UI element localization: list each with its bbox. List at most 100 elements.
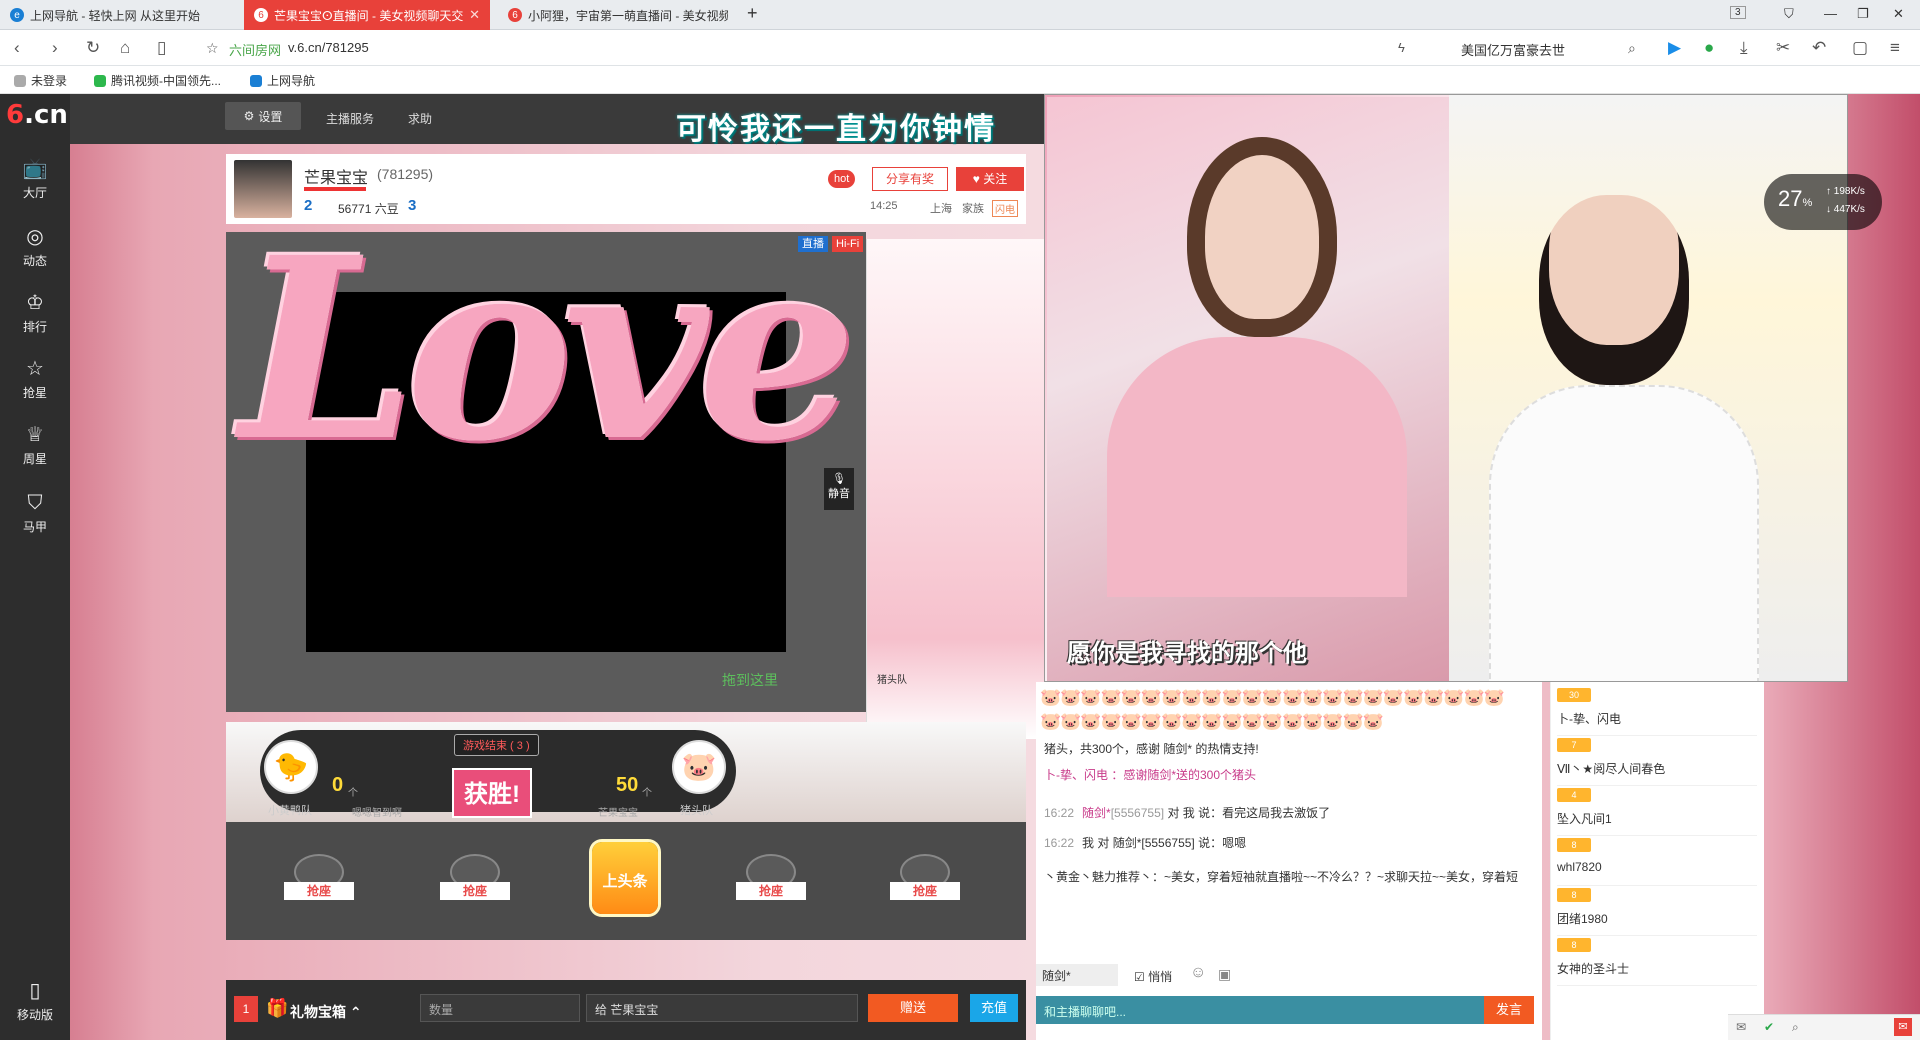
song-banner: 可怜我还一直为你钟情 (676, 112, 996, 147)
new-tab-icon[interactable]: + (747, 3, 758, 24)
reader-icon[interactable]: ▯ (157, 38, 166, 58)
chat-bubble-icon[interactable]: ✉ (1894, 1018, 1912, 1036)
send-gift-button[interactable]: 赠送 (868, 994, 958, 1022)
six-icon: 6 (508, 8, 522, 22)
scissors-icon[interactable]: ✂ (1776, 38, 1790, 58)
anchor-service-link[interactable]: 主播服务 (326, 110, 374, 127)
family-tag[interactable]: 闪电 (992, 200, 1018, 217)
recharge-button[interactable]: 充值 (970, 994, 1018, 1022)
team-b-name: 猪头队 (680, 805, 713, 817)
tab-nav[interactable]: e 上网导航 - 轻快上网 从这里开始 (0, 0, 244, 30)
share-button[interactable]: 分享有奖 (872, 167, 948, 191)
tab-count-badge[interactable]: 3 (1730, 6, 1746, 19)
sidebar-item-vest[interactable]: ⛉ 马甲 (0, 480, 70, 546)
list-item[interactable]: 7 Ⅶ丶★阅尽人间春色 (1557, 736, 1757, 786)
sidebar-item-feed[interactable]: ◎ 动态 (0, 214, 70, 280)
search-input[interactable]: 美国亿万富豪去世 (1461, 40, 1565, 59)
drag-hint: 拖到这里 (722, 672, 778, 688)
home-icon[interactable]: ⌂ (120, 38, 130, 58)
follow-button[interactable]: ♥ 关注 (956, 167, 1024, 191)
help-link[interactable]: 求助 (408, 110, 432, 127)
chat-target-select[interactable]: 随剑* (1036, 964, 1118, 986)
browser-tab-bar: e 上网导航 - 轻快上网 从这里开始 6 芒果宝宝ⵙ直播间 - 美女视频聊天交… (0, 0, 1920, 30)
restore-icon[interactable]: ❐ (1857, 6, 1869, 22)
bookmark-login[interactable]: 未登录 (14, 72, 67, 89)
chat-user[interactable]: 随剑* (1082, 806, 1111, 820)
bag-icon[interactable]: ▢ (1852, 38, 1868, 58)
list-item[interactable]: 30 卜-挚、闪电 (1557, 686, 1757, 736)
settings-button[interactable]: ⚙ 设置 (225, 102, 301, 130)
fortune-badge[interactable]: 1 (234, 996, 258, 1022)
live-time: 14:25 (870, 200, 898, 212)
whisper-checkbox[interactable]: ☑ 悄悄 (1134, 968, 1172, 985)
reload-icon[interactable]: ↻ (86, 38, 100, 58)
download-speed: ↓ 447K/s (1826, 204, 1865, 215)
chat-message: 16:22 随剑*[5556755] 对 我 说：看完这局我去激饭了 (1044, 806, 1331, 820)
pig-team-icon: 🐷 (672, 740, 726, 794)
image-icon[interactable]: ▣ (1218, 966, 1231, 983)
close-tab-icon[interactable]: ✕ (469, 7, 480, 23)
back-icon[interactable]: ‹ (14, 38, 20, 58)
shirt-skin-icon[interactable]: ⛉ (1784, 6, 1794, 22)
undo-icon[interactable]: ↶ (1812, 38, 1826, 58)
chat-recommend: 丶黄金丶魅力推荐丶：~美女，穿着短袖就直播啦~~不冷么？？~求聊天拉~~美女，穿… (1044, 870, 1519, 884)
gift-recipient-select[interactable]: 给 芒果宝宝 (586, 994, 858, 1022)
list-item[interactable]: 8 团绪1980 (1557, 886, 1757, 936)
address-bar: ‹ › ↻ ⌂ ▯ ☆ 六间房网 v.6.cn/781295 ϟ 美国亿万富豪去… (0, 30, 1920, 66)
site-logo[interactable]: 6.cn (6, 100, 68, 140)
emoji-icon[interactable]: ☺ (1190, 964, 1206, 982)
tab-xiaoali-room[interactable]: 6 小阿狸，宇宙第一萌直播间 - 美女视频 (498, 0, 738, 30)
shield-check-icon[interactable]: ✔ (1764, 1020, 1774, 1034)
sidebar-item-mobile[interactable]: ▯ 移动版 (0, 968, 70, 1034)
mail-icon[interactable]: ✉ (1736, 1020, 1746, 1034)
download-icon[interactable]: ⤓ (1740, 38, 1748, 58)
list-item[interactable]: 4 坠入凡间1 (1557, 786, 1757, 836)
tv-icon: 📺 (22, 157, 48, 180)
pig-gift-rows: 🐷🐷🐷🐷🐷🐷🐷🐷🐷🐷🐷🐷🐷🐷🐷🐷🐷🐷🐷🐷🐷🐷🐷🐷🐷🐷🐷🐷🐷🐷🐷🐷🐷🐷🐷🐷🐷🐷🐷🐷 (1040, 688, 1505, 731)
user-icon (14, 74, 26, 87)
sidebar-item-grab-star[interactable]: ☆ 抢星 (0, 346, 70, 412)
globe-icon: e (10, 8, 24, 22)
fan-list: 30 卜-挚、闪电 7 Ⅶ丶★阅尽人间春色 4 坠入凡间1 8 whl7820 8 团绪1… (1550, 682, 1764, 1040)
seat-4[interactable]: 抢座 (882, 854, 968, 910)
side-team-label: 猪头队 (877, 675, 907, 686)
chat-input[interactable]: 和主播聊聊吧... (1036, 996, 1484, 1024)
list-item[interactable]: 8 女神的圣斗士 (1557, 936, 1757, 986)
love-gift-animation: Love (240, 202, 857, 496)
chat-send-button[interactable]: 发言 (1484, 996, 1534, 1024)
minimize-icon[interactable]: — (1824, 6, 1837, 21)
sidebar-item-weekly-star[interactable]: ♕ 周星 (0, 412, 70, 478)
tab-mango-room[interactable]: 6 芒果宝宝ⵙ直播间 - 美女视频聊天交 ✕ (244, 0, 490, 30)
gift-box-button[interactable]: 礼物宝箱 ⌃ (290, 1002, 362, 1022)
side-guest-panel[interactable]: 猪头队 (866, 239, 1044, 739)
video-person (1187, 137, 1337, 337)
seat-3[interactable]: 抢座 (728, 854, 814, 910)
seat-2[interactable]: 抢座 (432, 854, 518, 910)
menu-icon[interactable]: ≡ (1890, 38, 1900, 58)
pk-video-left: 愿你是我寻找的那个他 (1047, 97, 1449, 681)
close-window-icon[interactable]: ✕ (1893, 6, 1904, 22)
sidebar-item-rank[interactable]: ♔ 排行 (0, 280, 70, 346)
url-field[interactable]: v.6.cn/781295 (288, 40, 369, 55)
zoom-icon[interactable]: ⌕ (1792, 1020, 1799, 1035)
forward-icon[interactable]: › (52, 38, 58, 58)
network-speed-widget[interactable]: 27% ↑ 198K/s ↓ 447K/s (1764, 174, 1882, 230)
video-play-icon[interactable]: ▶ (1668, 38, 1681, 58)
seat-1[interactable]: 抢座 (276, 854, 362, 910)
anchor-name: 芒果宝宝 (304, 170, 369, 187)
gift-quantity-input[interactable]: 数量 (420, 994, 580, 1022)
headline-button[interactable]: 上头条 (592, 842, 658, 914)
search-icon[interactable]: ⌕ (1628, 40, 1636, 57)
url-site-name[interactable]: 六间房网 (229, 40, 281, 59)
shirt-icon: ⛉ (27, 491, 43, 514)
chat-panel: 🐷🐷🐷🐷🐷🐷🐷🐷🐷🐷🐷🐷🐷🐷🐷🐷🐷🐷🐷🐷🐷🐷🐷🐷🐷🐷🐷🐷🐷🐷🐷🐷🐷🐷🐷🐷🐷🐷🐷🐷… (1036, 682, 1542, 1040)
bookmark-tencent-video[interactable]: 腾讯视频-中国领先... (94, 72, 221, 89)
anchor-level-bar (304, 187, 366, 191)
pk-video-panel[interactable]: 愿你是我寻找的那个他 (1044, 94, 1848, 682)
lightning-icon[interactable]: ϟ (1398, 40, 1405, 55)
star-bookmark-icon[interactable]: ☆ (206, 40, 219, 57)
sidebar-item-hall[interactable]: 📺 大厅 (0, 146, 70, 212)
bookmark-nav[interactable]: 上网导航 (250, 72, 315, 89)
list-item[interactable]: 8 whl7820 (1557, 836, 1757, 886)
chat-icon[interactable]: ● (1704, 38, 1714, 58)
